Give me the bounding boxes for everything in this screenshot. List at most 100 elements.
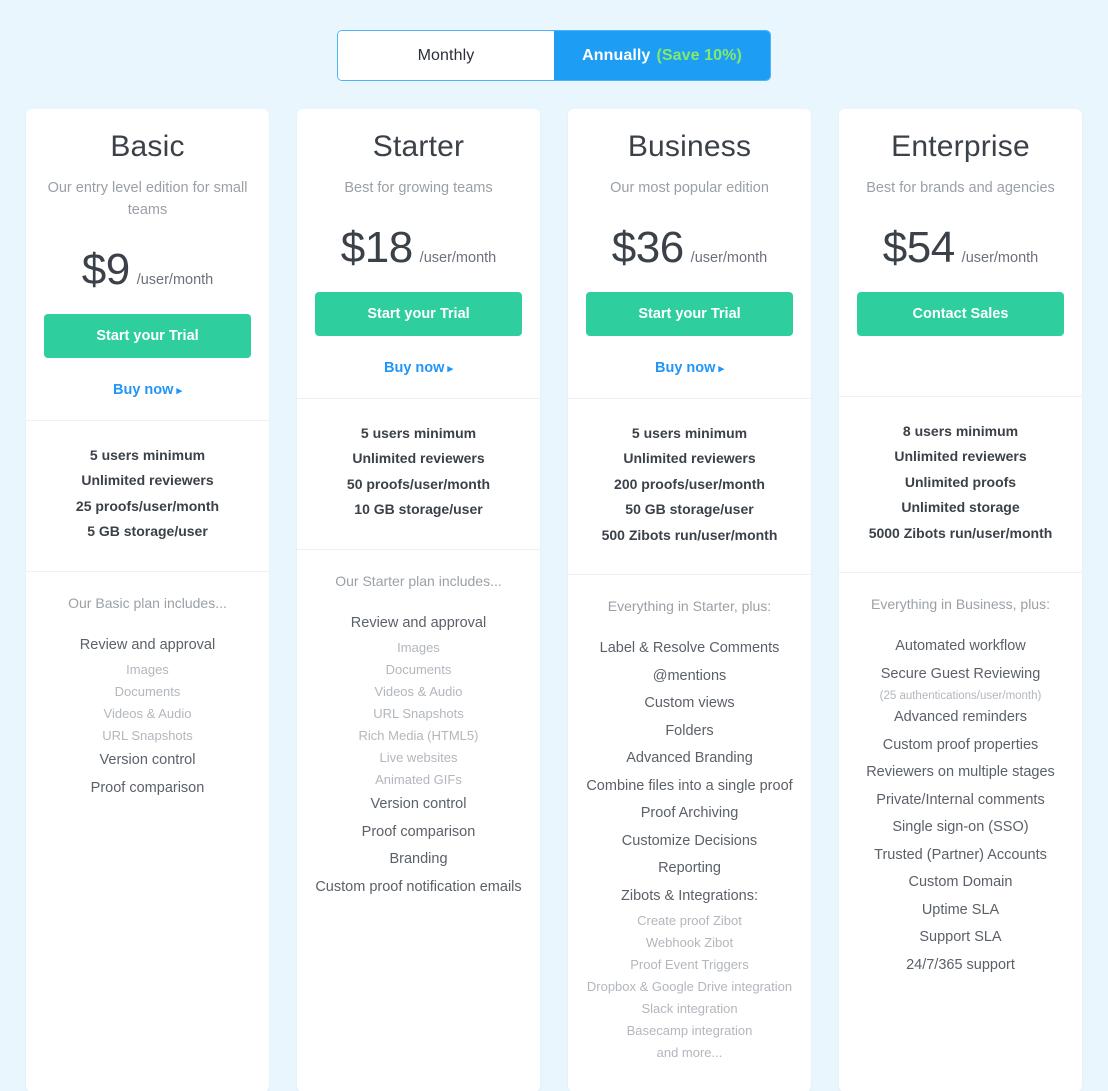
feature-item: Documents <box>114 684 181 699</box>
plan-tagline: Best for brands and agencies <box>866 180 1055 196</box>
toggle-option-monthly-label: Monthly <box>417 46 475 64</box>
feature-item: Single sign-on (SSO) <box>892 819 1029 836</box>
plan-name: Basic <box>110 130 185 163</box>
feature-item: Secure Guest Reviewing <box>880 665 1041 682</box>
price-amount: $9 <box>81 244 130 294</box>
toggle-option-annually-label: Annually <box>582 46 651 64</box>
feature-item: Uptime SLA <box>921 901 1000 918</box>
pricing-card-starter: Starter Best for growing teams $18/user/mo… <box>297 109 540 1091</box>
cta-button[interactable]: Contact Sales <box>857 291 1064 336</box>
buy-now-link[interactable]: Buy now ▸ <box>311 360 526 376</box>
buy-now-link[interactable]: Buy now ▸ <box>582 360 797 376</box>
price-amount: $54 <box>882 222 955 272</box>
pricing-card-basic: Basic Our entry level edition for small t… <box>26 109 269 1091</box>
price-row: $54/user/month <box>853 222 1068 272</box>
buy-now-label: Buy now <box>655 359 716 376</box>
feature-item: Slack integration <box>641 1001 738 1017</box>
spec-item: 8 users minimum <box>902 422 1019 439</box>
toggle-annual-savings-label: (Save 10%) <box>656 46 742 64</box>
feature-item: Proof comparison <box>90 779 205 796</box>
feature-item: Branding <box>389 851 448 868</box>
spec-item: 5 GB storage/user <box>87 523 208 539</box>
price-unit: /user/month <box>961 249 1039 266</box>
feature-item: URL Snapshots <box>373 706 464 722</box>
plan-tagline: Our most popular edition <box>610 180 769 196</box>
feature-item: Dropbox & Google Drive integration <box>586 979 793 995</box>
feature-item: Private/Internal comments <box>876 791 1045 808</box>
plan-name: Enterprise <box>891 130 1030 163</box>
feature-item: Support SLA <box>919 929 1002 946</box>
spec-item: 5 users minimum <box>89 446 206 463</box>
feature-item: Advanced reminders <box>894 709 1027 726</box>
features-heading: Our Starter plan includes... <box>335 572 502 589</box>
feature-item: Rich Media (HTML5) <box>358 728 479 744</box>
card-specs: 8 users minimum Unlimited reviewers Unlimi… <box>839 395 1082 573</box>
plan-name: Starter <box>372 130 465 163</box>
buy-now-link[interactable]: Buy now ▸ <box>40 382 255 398</box>
feature-item: Videos & Audio <box>103 706 192 721</box>
card-specs: 5 users minimum Unlimited reviewers 25 pro… <box>26 419 269 571</box>
feature-item: Review and approval <box>350 614 487 631</box>
card-specs: 5 users minimum Unlimited reviewers 200 pr… <box>568 397 811 575</box>
feature-item: Review and approval <box>79 636 216 653</box>
buy-now-label: Buy now <box>384 359 445 376</box>
toggle-option-annually[interactable]: Annually (Save 10%) <box>554 31 770 80</box>
plan-tagline: Our entry level edition for small teams <box>47 180 248 218</box>
spec-item: 5000 Zibots run/user/month <box>868 524 1053 541</box>
price-unit: /user/month <box>136 271 214 288</box>
feature-item: Custom views <box>644 695 735 712</box>
pricing-card-enterprise: Enterprise Best for brands and agencies $5… <box>839 109 1082 1091</box>
feature-item: Advanced Branding <box>626 750 753 767</box>
price-unit: /user/month <box>419 249 497 266</box>
spec-item: 5 users minimum <box>631 424 748 441</box>
billing-period-toggle[interactable]: Monthly Annually (Save 10%) <box>337 30 771 81</box>
price-row: $18/user/month <box>311 225 526 270</box>
buy-now-label: Buy now <box>113 381 174 398</box>
feature-item: Webhook Zibot <box>645 935 734 951</box>
price-amount: $36 <box>611 222 684 272</box>
plan-tagline: Best for growing teams <box>344 180 493 196</box>
card-features: Our Basic plan includes... Review and app… <box>26 570 269 1091</box>
spec-item: Unlimited proofs <box>904 473 1017 490</box>
price-row: $36/user/month <box>582 222 797 272</box>
feature-item: 24/7/365 support <box>906 956 1015 973</box>
cta-button[interactable]: Start your Trial <box>586 291 793 336</box>
feature-item: Combine files into a single proof <box>586 777 793 794</box>
spec-item: Unlimited reviewers <box>894 448 1027 465</box>
feature-item: Live websites <box>379 750 458 766</box>
feature-item: Version control <box>99 752 196 768</box>
feature-item: Customize Decisions <box>621 832 758 849</box>
feature-item: (25 authentications/user/month) <box>879 690 1042 703</box>
feature-item: Proof Event Triggers <box>630 957 749 973</box>
feature-item: Reviewers on multiple stages <box>866 764 1055 781</box>
features-heading: Everything in Starter, plus: <box>607 598 772 615</box>
feature-item: Reporting <box>658 860 721 877</box>
spec-item: 50 GB storage/user <box>625 501 754 518</box>
features-heading: Everything in Business, plus: <box>871 596 1050 613</box>
feature-item: Images <box>397 640 440 656</box>
toggle-option-monthly[interactable]: Monthly <box>338 31 554 80</box>
buy-now-placeholder <box>853 336 1068 374</box>
caret-right-icon: ▸ <box>176 384 182 397</box>
feature-item: and more... <box>656 1045 723 1061</box>
cta-button[interactable]: Start your Trial <box>44 313 251 358</box>
feature-item: Animated GIFs <box>375 772 462 788</box>
feature-item: Create proof Zibot <box>637 913 742 929</box>
feature-item: Version control <box>370 796 467 813</box>
spec-item: Unlimited reviewers <box>81 472 214 488</box>
price-row: $9/user/month <box>40 244 255 294</box>
feature-item: Documents <box>385 662 452 678</box>
price-unit: /user/month <box>690 249 768 266</box>
cta-button[interactable]: Start your Trial <box>315 291 522 336</box>
spec-item: 50 proofs/user/month <box>346 475 491 492</box>
pricing-card-list: Basic Our entry level edition for small t… <box>0 81 1108 1091</box>
caret-right-icon: ▸ <box>447 362 453 375</box>
feature-item: Custom Domain <box>908 874 1013 891</box>
card-header: Basic Our entry level edition for small t… <box>26 109 269 420</box>
card-header: Starter Best for growing teams $18/user/mo… <box>297 109 540 398</box>
feature-item: Proof comparison <box>361 823 476 840</box>
card-features: Our Starter plan includes... Review and a… <box>297 548 540 1091</box>
feature-item: Proof Archiving <box>640 805 739 822</box>
feature-item: URL Snapshots <box>102 728 193 743</box>
feature-item: Videos & Audio <box>374 684 463 700</box>
